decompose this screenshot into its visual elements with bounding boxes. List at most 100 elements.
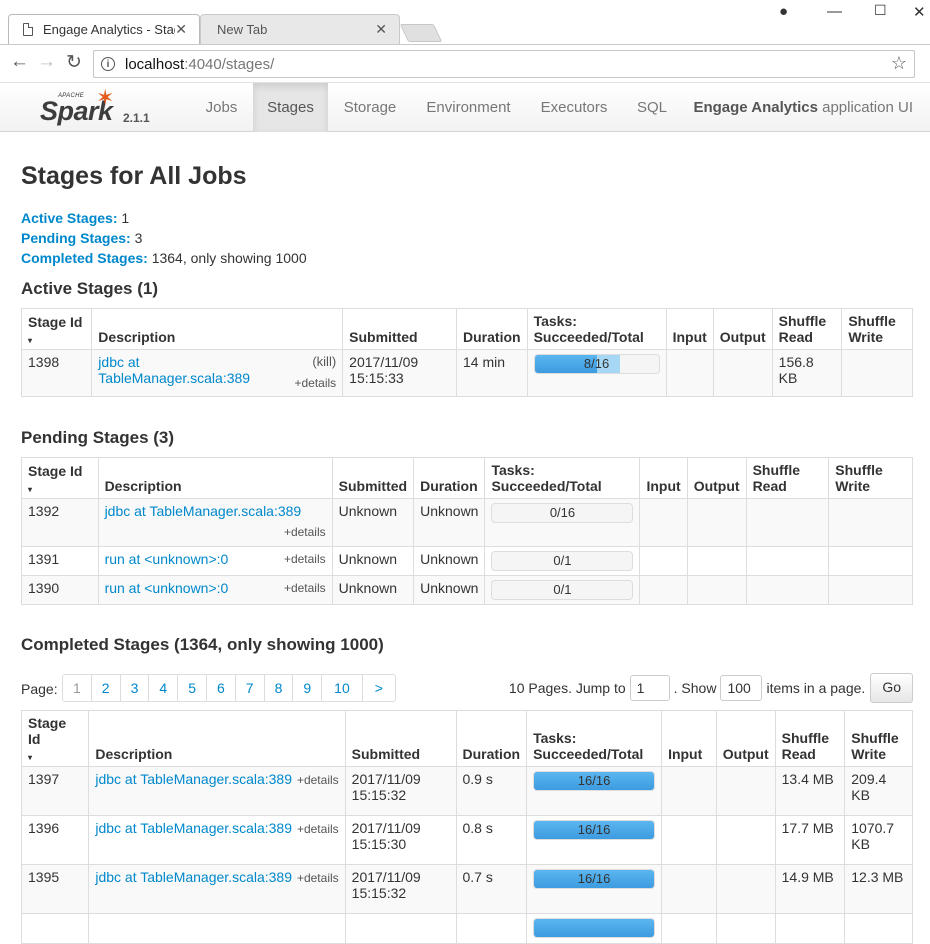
- stage-description-link[interactable]: run at <unknown>:0: [105, 551, 229, 567]
- minimize-icon[interactable]: —: [827, 3, 842, 20]
- browser-tab-active[interactable]: Engage Analytics - Stage ✕: [8, 14, 200, 44]
- col-description[interactable]: Description: [97, 457, 333, 499]
- app-name-bold: Engage Analytics: [693, 99, 818, 116]
- col-description[interactable]: Description: [91, 308, 344, 350]
- back-arrow-icon[interactable]: ←: [10, 51, 29, 73]
- stage-description-link[interactable]: jdbc at TableManager.scala:389: [105, 503, 302, 519]
- close-window-icon[interactable]: ✕: [913, 3, 926, 21]
- go-button[interactable]: Go: [870, 673, 913, 703]
- close-tab-icon[interactable]: ✕: [375, 21, 387, 38]
- col-output[interactable]: Output: [712, 308, 773, 350]
- input: [661, 864, 717, 914]
- tasks-cell: 8/16: [526, 349, 667, 397]
- stage-description-link[interactable]: jdbc at TableManager.scala:389: [95, 820, 292, 836]
- nav-storage[interactable]: Storage: [330, 83, 410, 132]
- col-duration[interactable]: Duration: [456, 308, 528, 350]
- col-description[interactable]: Description: [88, 710, 346, 767]
- col-shuffle-read[interactable]: Shuffle Read: [771, 308, 843, 350]
- page-link[interactable]: 1: [63, 675, 91, 701]
- col-submitted[interactable]: Submitted: [344, 710, 457, 767]
- shuffle-write: 12.3 MB: [844, 864, 913, 914]
- col-submitted[interactable]: Submitted: [342, 308, 458, 350]
- url-path: :4040/stages/: [184, 55, 275, 73]
- stage-description-link[interactable]: jdbc at TableManager.scala:389: [98, 354, 250, 386]
- spark-logo[interactable]: APACHE Spark ✶ 2.1.1: [40, 85, 150, 131]
- stage-description-link[interactable]: jdbc at TableManager.scala:389: [95, 869, 292, 885]
- output: [715, 864, 776, 914]
- browser-tab-new[interactable]: New Tab ✕: [200, 14, 400, 44]
- page-link[interactable]: 9: [292, 675, 321, 701]
- col-shuffle-read[interactable]: Shuffle Read: [774, 710, 846, 767]
- details-toggle[interactable]: +details: [284, 525, 326, 539]
- page-link[interactable]: 8: [263, 675, 293, 701]
- tab-title: New Tab: [217, 22, 268, 37]
- info-icon[interactable]: i: [101, 57, 115, 71]
- col-duration[interactable]: Duration: [413, 457, 486, 499]
- jump-to-page-input[interactable]: 1: [629, 675, 670, 701]
- col-input[interactable]: Input: [661, 710, 717, 767]
- col-submitted[interactable]: Submitted: [331, 457, 415, 499]
- col-stage-id[interactable]: Stage Id ▾: [21, 457, 99, 499]
- summary-active-link[interactable]: Active Stages:: [21, 210, 117, 226]
- details-toggle[interactable]: +details: [284, 552, 326, 566]
- col-input[interactable]: Input: [639, 457, 688, 499]
- details-toggle[interactable]: +details: [294, 376, 336, 390]
- col-shuffle-read[interactable]: Shuffle Read: [745, 457, 830, 499]
- stage-description-link[interactable]: run at <unknown>:0: [105, 580, 229, 596]
- col-stage-id[interactable]: Stage Id ▾: [20, 710, 90, 767]
- new-tab-button[interactable]: [399, 24, 443, 42]
- page-link[interactable]: 3: [119, 675, 149, 701]
- pending-stages-heading[interactable]: Pending Stages (3): [21, 428, 174, 448]
- submitted-time: 2017/11/09 15:15:30: [344, 815, 457, 865]
- page-link[interactable]: 7: [234, 675, 264, 701]
- account-icon[interactable]: ●: [779, 3, 788, 20]
- stage-description-link[interactable]: jdbc at TableManager.scala:389: [95, 771, 292, 787]
- bookmark-star-icon[interactable]: ☆: [891, 53, 907, 74]
- nav-jobs[interactable]: Jobs: [191, 83, 252, 132]
- nav-environment[interactable]: Environment: [412, 83, 525, 132]
- col-shuffle-write[interactable]: Shuffle Write: [844, 710, 913, 767]
- col-output[interactable]: Output: [686, 457, 747, 499]
- shuffle-write: 209.4 KB: [844, 766, 913, 816]
- col-input[interactable]: Input: [665, 308, 714, 350]
- kill-link[interactable]: (kill): [312, 354, 336, 369]
- page-size-input[interactable]: 100: [720, 675, 763, 701]
- close-tab-icon[interactable]: ✕: [175, 21, 187, 38]
- col-tasks[interactable]: Tasks: Succeeded/Total: [484, 457, 641, 499]
- col-output[interactable]: Output: [715, 710, 776, 767]
- address-bar[interactable]: i localhost:4040/stages/ ☆: [93, 50, 915, 78]
- tasks-progress-label: 0/1: [553, 553, 572, 568]
- summary-completed-link[interactable]: Completed Stages:: [21, 250, 148, 266]
- details-toggle[interactable]: +details: [297, 773, 339, 787]
- next-page-link[interactable]: >: [361, 675, 395, 701]
- details-toggle[interactable]: +details: [297, 822, 339, 836]
- page-link[interactable]: 2: [90, 675, 120, 701]
- page-link[interactable]: 4: [148, 675, 177, 701]
- reload-icon[interactable]: ↻: [66, 51, 82, 74]
- page-link[interactable]: 10: [321, 675, 362, 701]
- col-duration[interactable]: Duration: [455, 710, 528, 767]
- col-stage-id[interactable]: Stage Id ▾: [20, 308, 93, 350]
- col-tasks[interactable]: Tasks: Succeeded/Total: [526, 710, 663, 767]
- col-shuffle-write[interactable]: Shuffle Write: [828, 457, 913, 499]
- pages-count-text: 10 Pages. Jump to: [508, 680, 626, 696]
- details-toggle[interactable]: +details: [284, 581, 326, 595]
- page-link[interactable]: 6: [205, 675, 235, 701]
- completed-stages-heading[interactable]: Completed Stages (1364, only showing 100…: [21, 635, 384, 655]
- table-row: 1392 jdbc at TableManager.scala:389 +det…: [21, 498, 913, 547]
- nav-sql[interactable]: SQL: [624, 83, 680, 132]
- active-stages-heading[interactable]: Active Stages (1): [21, 279, 158, 299]
- nav-stages[interactable]: Stages: [253, 83, 328, 132]
- maximize-icon[interactable]: ☐: [874, 2, 887, 19]
- output: [715, 815, 776, 865]
- col-tasks[interactable]: Tasks: Succeeded/Total: [526, 308, 667, 350]
- nav-executors[interactable]: Executors: [526, 83, 622, 132]
- page-link[interactable]: 5: [177, 675, 206, 701]
- show-text: . Show: [673, 680, 717, 696]
- stage-id: 1397: [20, 766, 90, 816]
- forward-arrow-icon[interactable]: →: [37, 51, 56, 73]
- col-shuffle-write[interactable]: Shuffle Write: [841, 308, 913, 350]
- shuffle-read: [745, 498, 830, 547]
- details-toggle[interactable]: +details: [297, 871, 339, 885]
- summary-pending-link[interactable]: Pending Stages:: [21, 230, 131, 246]
